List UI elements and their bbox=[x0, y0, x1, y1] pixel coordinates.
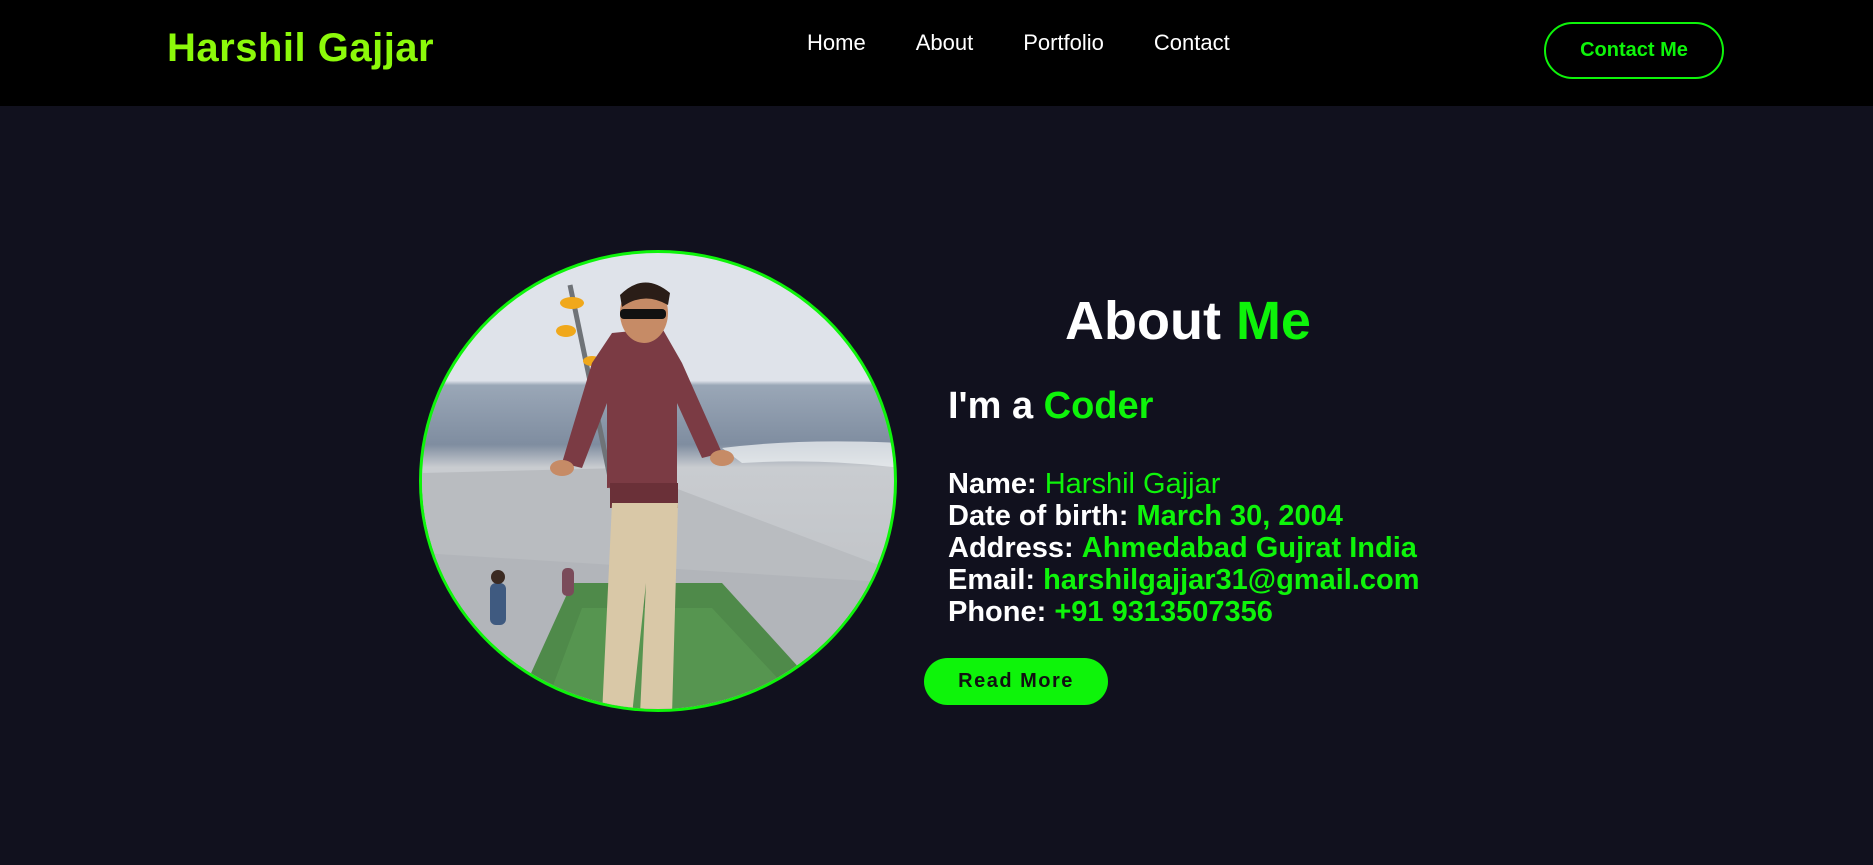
detail-value-name: Harshil Gajjar bbox=[1044, 468, 1221, 500]
nav-links: Home About Portfolio Contact bbox=[807, 30, 1230, 56]
navbar: Harshil Gajjar Home About Portfolio Cont… bbox=[0, 0, 1873, 106]
detail-row-name: Name: Harshil Gajjar bbox=[948, 468, 1420, 500]
profile-photo bbox=[419, 250, 897, 712]
detail-value-email[interactable]: harshilgajjar31@gmail.com bbox=[1043, 564, 1419, 596]
detail-label-email: Email: bbox=[948, 564, 1036, 596]
detail-label-dob: Date of birth: bbox=[948, 500, 1129, 532]
read-more-button[interactable]: Read More bbox=[924, 658, 1108, 705]
site-logo[interactable]: Harshil Gajjar bbox=[167, 26, 434, 71]
nav-link-portfolio[interactable]: Portfolio bbox=[1023, 30, 1104, 56]
about-title: About Me bbox=[1065, 290, 1311, 352]
role-subtitle: I'm a Coder bbox=[948, 385, 1153, 428]
nav-link-home[interactable]: Home bbox=[807, 30, 866, 56]
detail-value-phone[interactable]: +91 9313507356 bbox=[1054, 596, 1273, 628]
detail-value-dob: March 30, 2004 bbox=[1136, 500, 1343, 532]
detail-row-dob: Date of birth: March 30, 2004 bbox=[948, 500, 1420, 532]
nav-link-about[interactable]: About bbox=[916, 30, 974, 56]
role-accent: Coder bbox=[1043, 385, 1154, 427]
detail-value-address: Ahmedabad Gujrat India bbox=[1081, 532, 1417, 564]
detail-row-address: Address: Ahmedabad Gujrat India bbox=[948, 532, 1420, 564]
about-title-prefix: About bbox=[1065, 291, 1221, 351]
profile-photo-illustration bbox=[422, 282, 894, 709]
detail-label-address: Address: bbox=[948, 532, 1074, 564]
detail-label-name: Name: bbox=[948, 468, 1037, 500]
role-prefix: I'm a bbox=[948, 385, 1034, 427]
personal-details: Name: Harshil Gajjar Date of birth: Marc… bbox=[948, 468, 1420, 628]
nav-link-contact[interactable]: Contact bbox=[1154, 30, 1230, 56]
contact-me-button[interactable]: Contact Me bbox=[1544, 22, 1724, 79]
detail-row-phone: Phone: +91 9313507356 bbox=[948, 596, 1420, 628]
detail-label-phone: Phone: bbox=[948, 596, 1047, 628]
detail-row-email: Email: harshilgajjar31@gmail.com bbox=[948, 564, 1420, 596]
about-title-accent: Me bbox=[1235, 291, 1311, 351]
